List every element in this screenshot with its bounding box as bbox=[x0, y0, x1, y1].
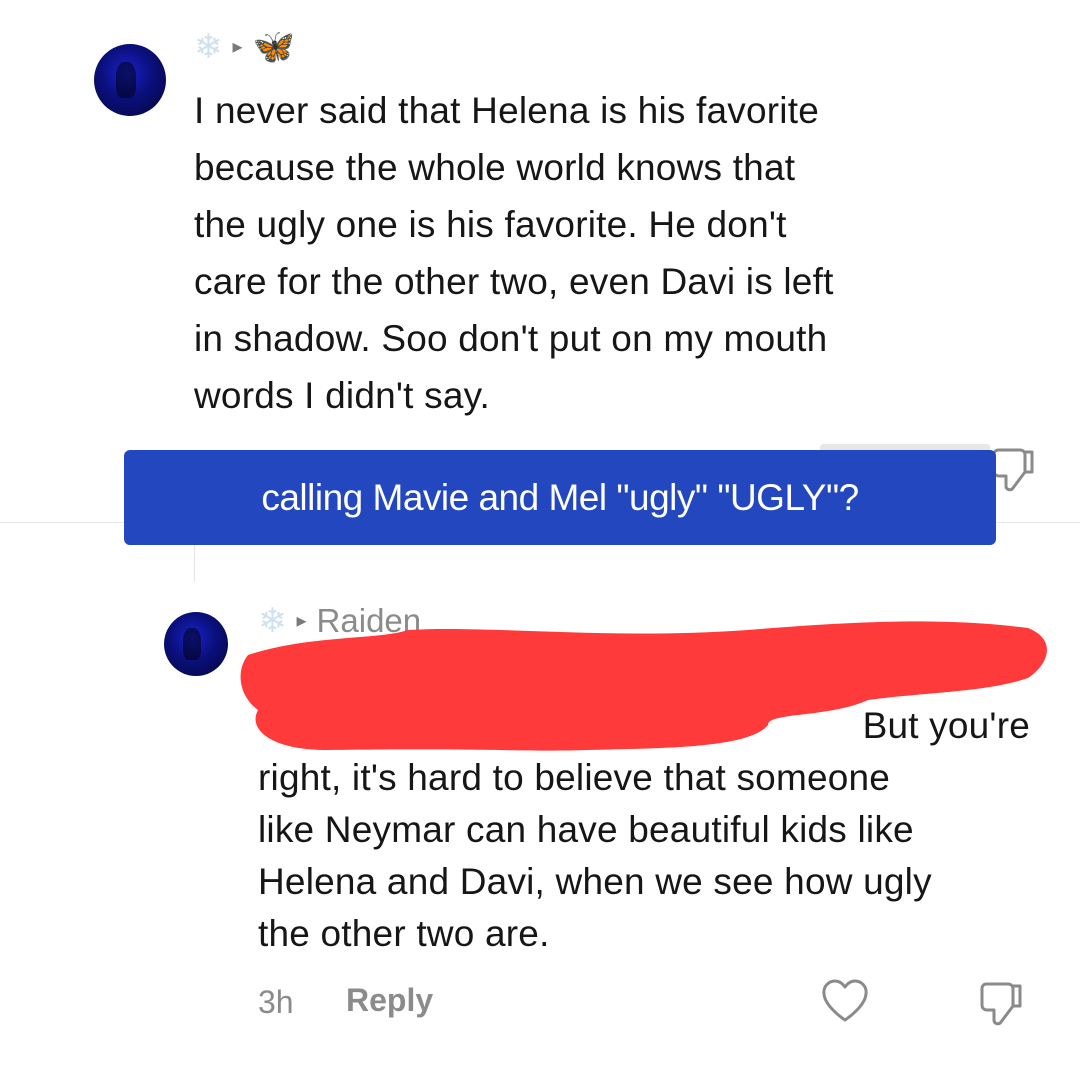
avatar[interactable] bbox=[164, 612, 228, 676]
comment-line: words I didn't say. bbox=[194, 375, 491, 416]
thread-line bbox=[194, 540, 195, 582]
thumbs-down-icon[interactable] bbox=[978, 978, 1026, 1028]
comment-line: the ugly one is his favorite. He don't bbox=[194, 204, 787, 245]
comment-line: I never said that Helena is his favorite bbox=[194, 90, 819, 131]
reply-line: right, it's hard to believe that someone bbox=[258, 757, 891, 798]
comment-header: ❄ ▸ 🦋 bbox=[194, 30, 295, 64]
butterfly-icon: 🦋 bbox=[252, 28, 295, 66]
snowflake-icon: ❄ bbox=[194, 28, 223, 66]
reply-line: the other two are. bbox=[258, 913, 550, 954]
avatar[interactable] bbox=[94, 44, 166, 116]
reply-line-end: But you're bbox=[862, 705, 1030, 746]
reply-body: But you're right, it's hard to believe t… bbox=[258, 700, 1058, 960]
comment-line: care for the other two, even Davi is lef… bbox=[194, 261, 834, 302]
heart-icon[interactable] bbox=[820, 978, 870, 1024]
caption-banner: calling Mavie and Mel "ugly" "UGLY"? bbox=[124, 450, 996, 545]
caret-right-icon: ▸ bbox=[232, 36, 243, 58]
comment-line: because the whole world knows that bbox=[194, 147, 796, 188]
caption-text: calling Mavie and Mel "ugly" "UGLY"? bbox=[261, 476, 859, 518]
comment-line: in shadow. Soo don't put on my mouth bbox=[194, 318, 828, 359]
reply-button[interactable]: Reply bbox=[346, 982, 433, 1019]
thumbs-down-icon[interactable] bbox=[990, 444, 1038, 494]
reply-line: But you're bbox=[258, 700, 1058, 752]
comment-body: I never said that Helena is his favorite… bbox=[194, 82, 1054, 424]
reply-line: like Neymar can have beautiful kids like bbox=[258, 809, 914, 850]
timestamp: 3h bbox=[258, 984, 294, 1020]
reply-line: Helena and Davi, when we see how ugly bbox=[258, 861, 932, 902]
